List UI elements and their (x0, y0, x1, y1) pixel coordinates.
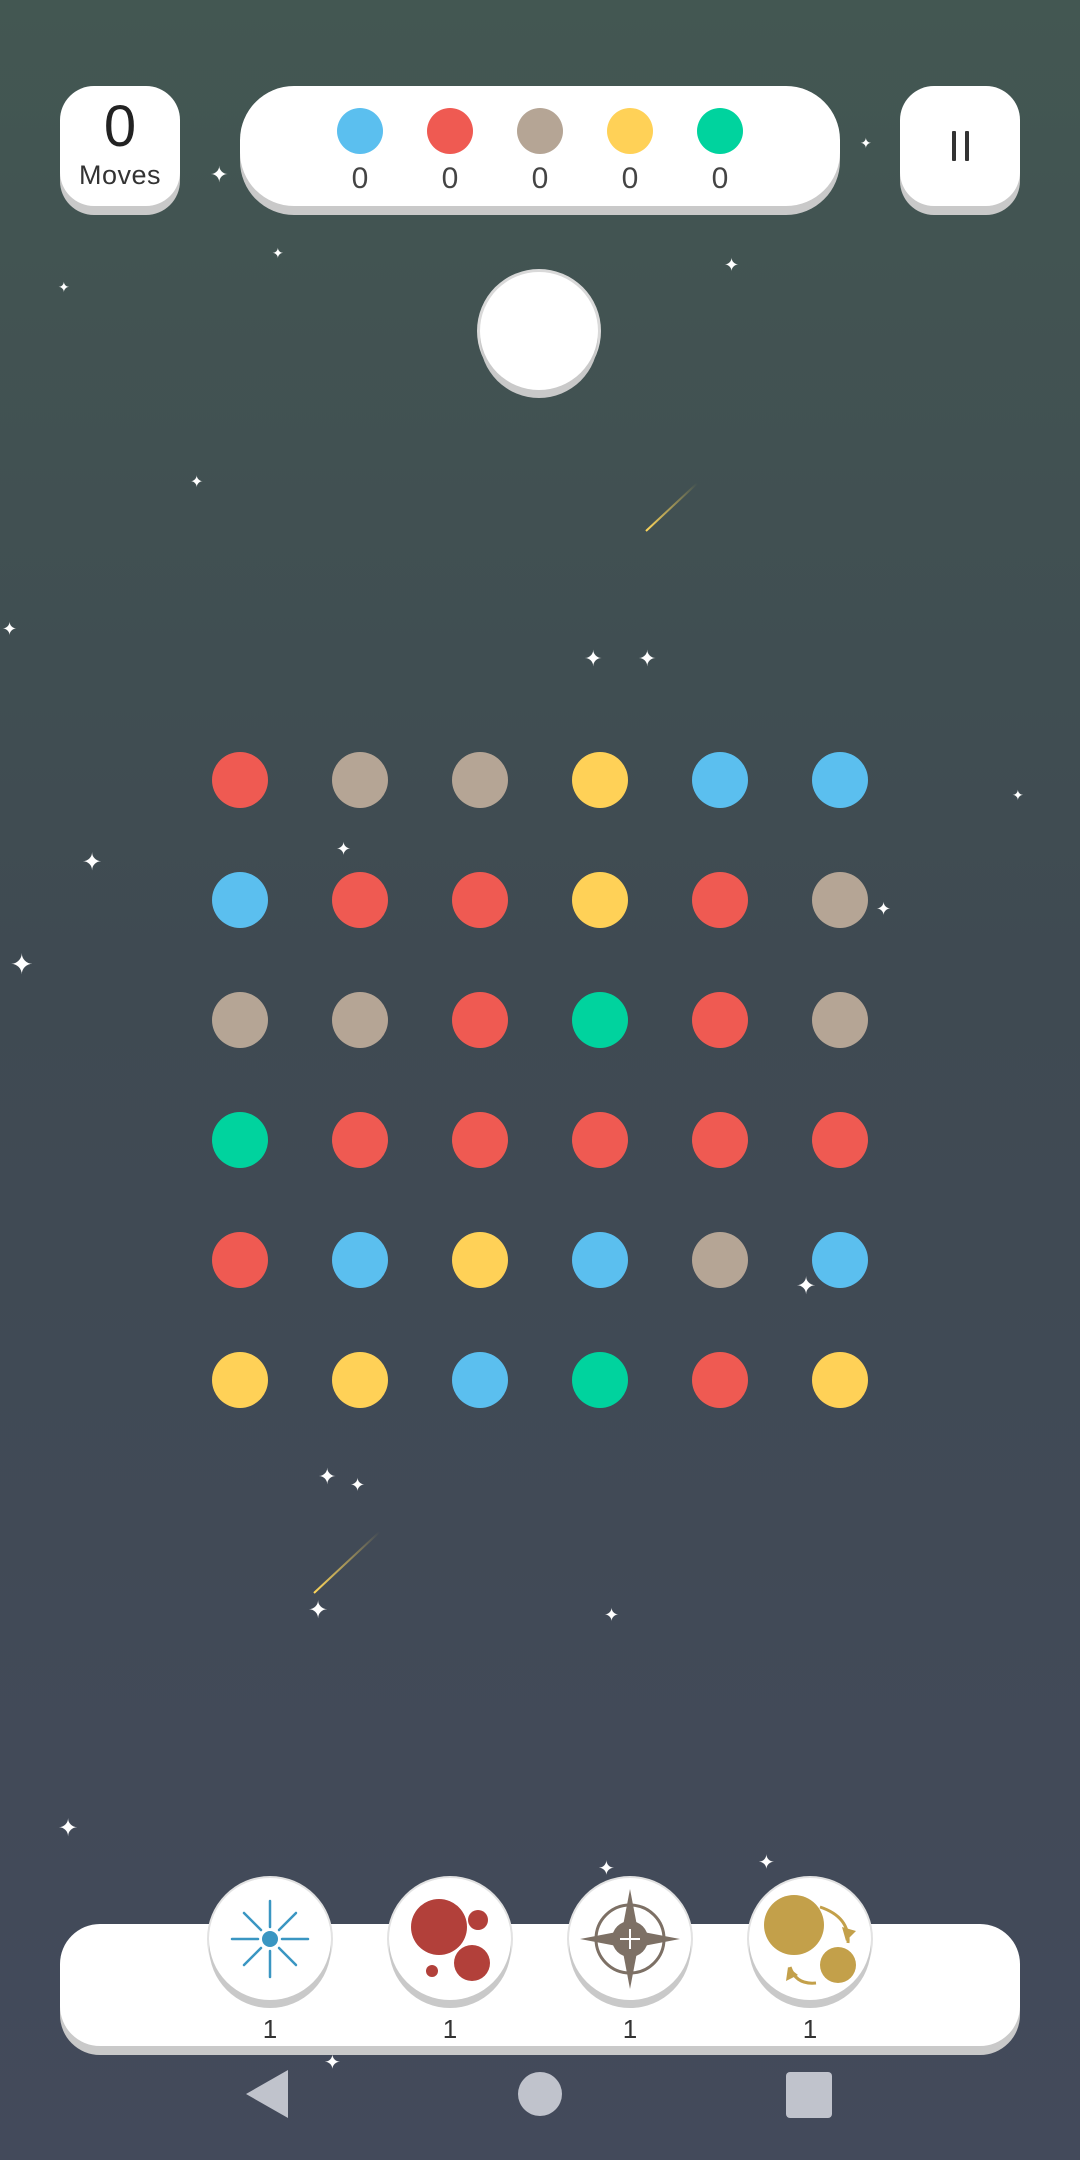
star-icon: ✦ (350, 1475, 366, 1495)
dot-red[interactable] (812, 1112, 868, 1168)
system-navigation-bar (0, 2050, 1080, 2160)
goal-tan: 0 (510, 108, 570, 194)
dot-blue[interactable] (332, 1232, 388, 1288)
expander-powerup-button[interactable] (209, 1878, 331, 2000)
star-icon: ✦ (2, 619, 18, 639)
star-icon: ✦ (584, 646, 603, 671)
star-icon: ✦ (58, 279, 70, 295)
recents-icon[interactable] (786, 2072, 832, 2118)
dot-red[interactable] (692, 1352, 748, 1408)
goal-count: 0 (441, 162, 459, 195)
dot-yellow[interactable] (332, 1352, 388, 1408)
star-icon: ✦ (190, 474, 204, 491)
goals-panel: 0 0 0 0 0 (240, 86, 840, 206)
goal-count: 0 (531, 162, 549, 195)
dot-red[interactable] (452, 872, 508, 928)
star-icon: ✦ (210, 162, 229, 187)
shrinker-icon (411, 1899, 490, 1981)
back-icon[interactable] (244, 2068, 292, 2120)
moves-label: Moves (78, 160, 162, 190)
star-icon: ✦ (724, 255, 740, 275)
dot-blue[interactable] (452, 1352, 508, 1408)
star-icon: ✦ (604, 1605, 620, 1625)
star-icon: ✦ (1012, 787, 1024, 803)
star-icon: ✦ (336, 839, 352, 859)
pause-button[interactable] (900, 86, 1020, 206)
dot-red[interactable] (212, 752, 268, 808)
dot-yellow[interactable] (572, 872, 628, 928)
moves-counter: 0 Moves (60, 86, 180, 206)
goal-dot-icon (517, 108, 563, 154)
star-icon: ✦ (598, 1858, 615, 1880)
dot-blue[interactable] (572, 1232, 628, 1288)
star-icon: ✦ (758, 1852, 775, 1874)
dot-tan[interactable] (812, 992, 868, 1048)
dot-green[interactable] (212, 1112, 268, 1168)
dot-yellow[interactable] (452, 1232, 508, 1288)
swap-powerup-button[interactable] (749, 1878, 871, 2000)
goal-count: 0 (711, 162, 729, 195)
dot-tan[interactable] (452, 752, 508, 808)
dot-tan[interactable] (332, 752, 388, 808)
dot-red[interactable] (692, 872, 748, 928)
goal-red: 0 (420, 108, 480, 194)
dot-blue[interactable] (212, 872, 268, 928)
swap-icon (764, 1895, 856, 1985)
star-icon: ✦ (58, 1815, 79, 1842)
dot-green[interactable] (572, 992, 628, 1048)
star-icon: ✦ (82, 849, 103, 876)
dot-blue[interactable] (692, 752, 748, 808)
dot-red[interactable] (332, 872, 388, 928)
powerup-toolbar (60, 1924, 1020, 2046)
shrinker-powerup-button[interactable] (389, 1878, 511, 2000)
pause-icon (951, 131, 969, 161)
shooting-star (645, 482, 698, 532)
goal-blue: 0 (330, 108, 390, 194)
dot-red[interactable] (452, 1112, 508, 1168)
selected-dot-indicator (480, 272, 598, 390)
expander-count: 1 (262, 2014, 278, 2044)
goal-count: 0 (351, 162, 369, 195)
shrinker-count: 1 (442, 2014, 458, 2044)
dot-tan[interactable] (812, 872, 868, 928)
goal-dot-icon (337, 108, 383, 154)
home-icon[interactable] (518, 2072, 562, 2116)
star-icon: ✦ (308, 1597, 329, 1624)
goal-green: 0 (690, 108, 750, 194)
dot-yellow[interactable] (212, 1352, 268, 1408)
star-icon: ✦ (10, 949, 34, 980)
compass-count: 1 (622, 2014, 638, 2044)
goal-count: 0 (621, 162, 639, 195)
shooting-star (313, 1530, 381, 1594)
dot-red[interactable] (332, 1112, 388, 1168)
dot-yellow[interactable] (812, 1352, 868, 1408)
dot-yellow[interactable] (572, 752, 628, 808)
star-icon: ✦ (860, 135, 872, 151)
dot-tan[interactable] (332, 992, 388, 1048)
goal-dot-icon (427, 108, 473, 154)
dot-tan[interactable] (212, 992, 268, 1048)
dot-red[interactable] (452, 992, 508, 1048)
swap-count: 1 (802, 2014, 818, 2044)
dot-red[interactable] (692, 1112, 748, 1168)
goal-dot-icon (697, 108, 743, 154)
moves-value: 0 (103, 94, 137, 159)
star-icon: ✦ (638, 646, 657, 671)
compass-icon (580, 1889, 680, 1989)
goal-dot-icon (607, 108, 653, 154)
star-icon: ✦ (796, 1273, 817, 1300)
goal-yellow: 0 (600, 108, 660, 194)
dot-blue[interactable] (812, 752, 868, 808)
dot-red[interactable] (692, 992, 748, 1048)
dot-tan[interactable] (692, 1232, 748, 1288)
dot-blue[interactable] (812, 1232, 868, 1288)
compass-powerup-button[interactable] (569, 1878, 691, 2000)
dot-red[interactable] (212, 1232, 268, 1288)
dot-green[interactable] (572, 1352, 628, 1408)
star-icon: ✦ (318, 1464, 337, 1489)
dot-red[interactable] (572, 1112, 628, 1168)
star-icon: ✦ (272, 245, 284, 261)
star-icon: ✦ (876, 899, 892, 919)
expander-icon (230, 1899, 310, 1979)
